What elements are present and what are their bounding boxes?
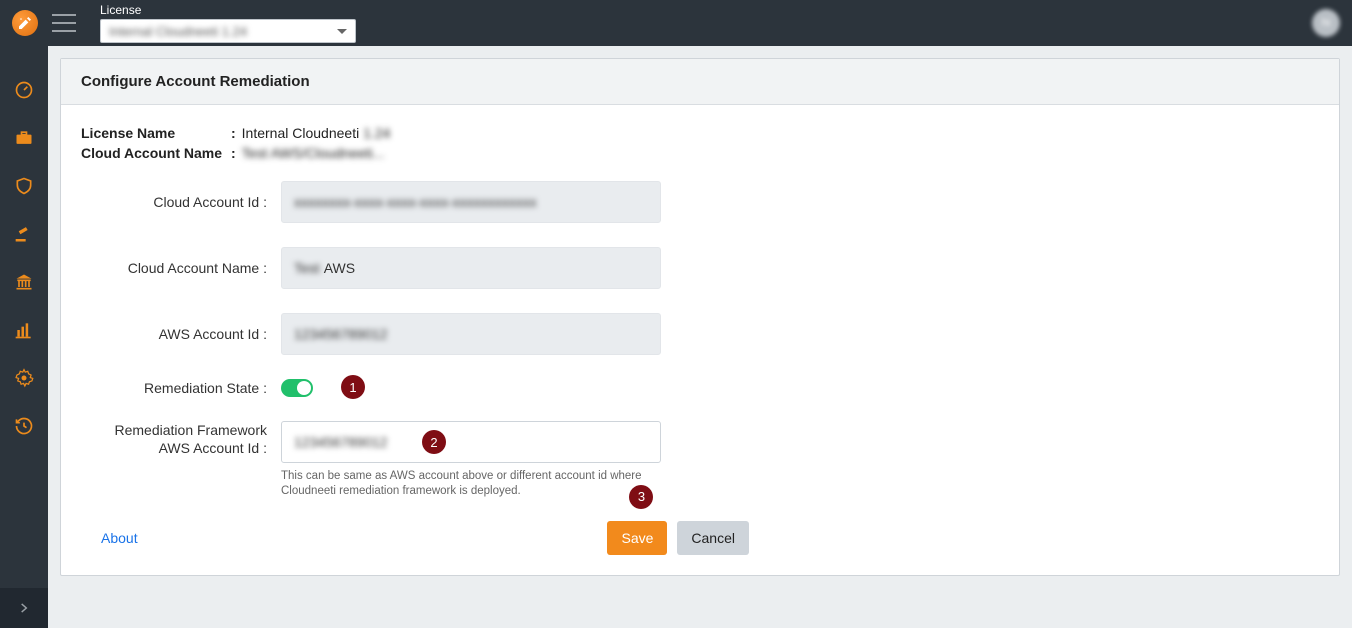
meta-cloud-account-name: Cloud Account Name : Test AWS/Cloudneeti…: [81, 145, 1319, 161]
user-avatar[interactable]: hi: [1312, 9, 1340, 37]
cancel-button[interactable]: Cancel: [677, 521, 749, 555]
row-cloud-account-name: Cloud Account Name : Test AWS: [81, 247, 1319, 289]
shield-icon: [14, 176, 34, 196]
config-panel: Configure Account Remediation License Na…: [60, 58, 1340, 576]
app-logo: [12, 10, 38, 36]
toggle-remediation-state[interactable]: [281, 379, 313, 397]
value-aws-account-id: 123456789012: [294, 326, 387, 342]
input-cloud-account-name: Test AWS: [281, 247, 661, 289]
row-cloud-account-id: Cloud Account Id : xxxxxxxx-xxxx-xxxx-xx…: [81, 181, 1319, 223]
license-dropdown-value: Internal Cloudneeti 1.24: [109, 24, 247, 39]
save-button[interactable]: Save: [607, 521, 667, 555]
footer-row: About 3 Save Cancel: [81, 521, 1319, 555]
label-cloud-account-id: Cloud Account Id :: [81, 194, 281, 210]
expand-nav[interactable]: [0, 588, 48, 628]
value-framework-account-id: 123456789012: [294, 434, 387, 450]
page-content: Configure Account Remediation License Na…: [48, 46, 1352, 628]
input-cloud-account-id: xxxxxxxx-xxxx-xxxx-xxxx-xxxxxxxxxxxx: [281, 181, 661, 223]
annotation-1: 1: [341, 375, 365, 399]
about-link[interactable]: About: [101, 530, 138, 546]
history-icon: [14, 416, 34, 436]
input-aws-account-id: 123456789012: [281, 313, 661, 355]
nav-reports[interactable]: [0, 306, 48, 354]
nav-gavel[interactable]: [0, 210, 48, 258]
nav-compliance[interactable]: [0, 258, 48, 306]
chart-icon: [14, 320, 34, 340]
top-bar: License Internal Cloudneeti 1.24 hi: [0, 0, 1352, 46]
side-nav: [0, 46, 48, 628]
tools-icon: [17, 15, 33, 31]
nav-history[interactable]: [0, 402, 48, 450]
input-framework-account-id[interactable]: 123456789012 2: [281, 421, 661, 463]
license-dropdown[interactable]: Internal Cloudneeti 1.24: [100, 19, 356, 43]
meta-cloud-account-value: Test AWS/Cloudneeti...: [242, 145, 385, 161]
value-cloud-account-id: xxxxxxxx-xxxx-xxxx-xxxx-xxxxxxxxxxxx: [294, 194, 537, 210]
meta-label: License Name: [81, 125, 231, 141]
nav-briefcase[interactable]: [0, 114, 48, 162]
help-text-framework-account-id: This can be same as AWS account above or…: [281, 469, 661, 499]
row-framework-account-id: Remediation Framework AWS Account Id : 1…: [81, 421, 1319, 499]
menu-icon[interactable]: [52, 14, 76, 32]
meta-license-value: Internal Cloudneeti 1.24: [242, 125, 391, 141]
meta-label: Cloud Account Name: [81, 145, 231, 161]
gavel-icon: [14, 224, 34, 244]
value-cloud-account-name-blurred: Test: [294, 260, 320, 276]
label-cloud-account-name: Cloud Account Name :: [81, 260, 281, 276]
value-cloud-account-name: AWS: [324, 260, 355, 276]
annotation-2: 2: [422, 430, 446, 454]
label-aws-account-id: AWS Account Id :: [81, 326, 281, 342]
row-remediation-state: Remediation State : 1: [81, 379, 1319, 397]
panel-body: License Name : Internal Cloudneeti 1.24 …: [61, 105, 1339, 575]
briefcase-icon: [14, 128, 34, 148]
nav-dashboard[interactable]: [0, 66, 48, 114]
annotation-3: 3: [629, 485, 653, 509]
label-remediation-state: Remediation State :: [81, 380, 281, 396]
toggle-knob: [297, 381, 311, 395]
nav-settings[interactable]: [0, 354, 48, 402]
row-aws-account-id: AWS Account Id : 123456789012: [81, 313, 1319, 355]
nav-shield[interactable]: [0, 162, 48, 210]
chevron-down-icon: [337, 29, 347, 34]
license-selector-block: License Internal Cloudneeti 1.24: [100, 3, 356, 43]
gear-icon: [14, 368, 34, 388]
license-label: License: [100, 3, 356, 17]
building-icon: [14, 272, 34, 292]
chevron-right-icon: [17, 601, 31, 615]
label-framework-account-id: Remediation Framework AWS Account Id :: [81, 421, 281, 457]
page-title: Configure Account Remediation: [61, 59, 1339, 105]
meta-license-name: License Name : Internal Cloudneeti 1.24: [81, 125, 1319, 141]
gauge-icon: [14, 80, 34, 100]
